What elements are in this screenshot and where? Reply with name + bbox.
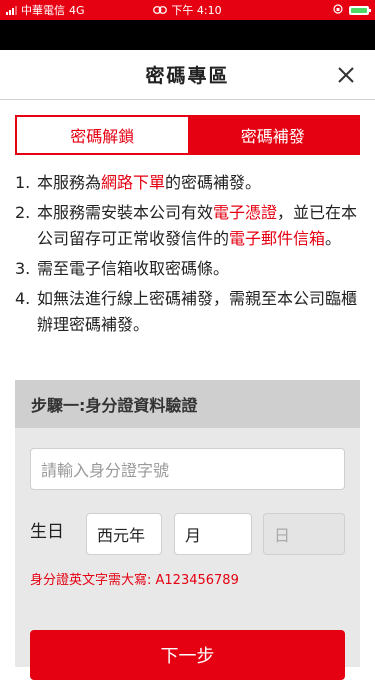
birth-year-field[interactable]: 西元年 — [86, 513, 162, 555]
birth-day-field[interactable]: 日 — [263, 513, 345, 555]
tab-password-unlock[interactable]: 密碼解鎖 — [17, 117, 188, 153]
id-number-input[interactable]: 請輸入身分證字號 — [30, 448, 345, 490]
page-header: 密碼專區 — [0, 50, 375, 100]
link-icon — [153, 4, 168, 17]
close-button[interactable] — [333, 62, 359, 88]
step-title: 步驟一:身分證資料驗證 — [15, 380, 360, 428]
page-title: 密碼專區 — [145, 65, 230, 87]
close-icon — [338, 67, 354, 83]
network-type: 4G — [69, 3, 85, 17]
status-right — [333, 3, 371, 17]
orientation-lock-icon — [333, 3, 343, 17]
verification-panel: 步驟一:身分證資料驗證 請輸入身分證字號 生日 西元年 月 日 身分證英文字需大… — [15, 380, 360, 680]
highlight-email: 電子郵件信箱 — [229, 229, 326, 248]
password-tabs: 密碼解鎖 密碼補發 — [15, 115, 360, 155]
tab-password-reissue[interactable]: 密碼補發 — [187, 117, 358, 153]
signal-icon — [6, 5, 17, 15]
note-item: 4. 如無法進行線上密碼補發，需親至本公司臨櫃辦理密碼補發。 — [15, 289, 358, 334]
status-left: 中華電信 4G — [6, 2, 146, 18]
battery-icon — [349, 5, 371, 15]
id-format-hint: 身分證英文字需大寫: A123456789 — [30, 573, 239, 588]
top-banner-bar — [0, 20, 375, 50]
carrier-name: 中華電信 — [21, 4, 65, 17]
next-step-button[interactable]: 下一步 — [30, 630, 345, 680]
birthday-label: 生日 — [30, 522, 64, 542]
highlight-e-certificate: 電子憑證 — [213, 203, 278, 222]
highlight-online-order: 網路下單 — [101, 173, 166, 192]
notes-list: 1. 本服務為網路下單的密碼補發。 2. 本服務需安裝本公司有效電子憑證，並已在… — [15, 170, 360, 342]
status-bar: 中華電信 4G 下午 4:10 — [0, 0, 375, 20]
note-item: 1. 本服務為網路下單的密碼補發。 — [15, 173, 262, 192]
birth-month-field[interactable]: 月 — [174, 513, 252, 555]
note-item: 3. 需至電子信箱收取密碼條。 — [15, 259, 230, 278]
note-item: 2. 本服務需安裝本公司有效電子憑證，並已在本公司留存可正常收發信件的電子郵件信… — [15, 203, 358, 248]
status-time: 下午 4:10 — [171, 4, 222, 17]
